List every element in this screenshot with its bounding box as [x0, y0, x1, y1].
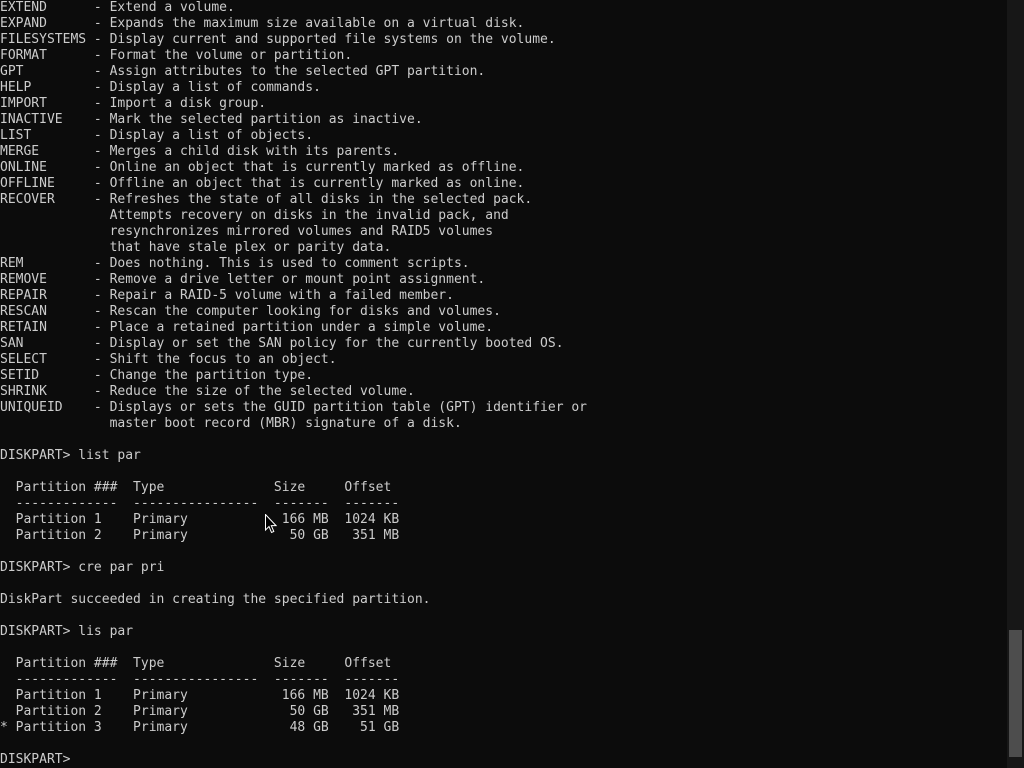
console-line: LIST - Display a list of objects.	[0, 128, 314, 143]
console-line: Partition 1 Primary 166 MB 1024 KB	[0, 688, 400, 703]
console-line: SELECT - Shift the focus to an object.	[0, 352, 337, 367]
console-window[interactable]: EXTEND - Extend a volume. EXPAND - Expand…	[0, 0, 1007, 768]
console-line: Partition ### Type Size Offset	[0, 656, 392, 671]
mouse-pointer-icon	[265, 513, 278, 534]
console-line: INACTIVE - Mark the selected partition a…	[0, 112, 423, 127]
console-line: ------------- ---------------- ------- -…	[0, 496, 400, 511]
console-line: SETID - Change the partition type.	[0, 368, 314, 383]
console-line: ONLINE - Online an object that is curren…	[0, 160, 525, 175]
scrollbar-thumb[interactable]	[1009, 630, 1022, 757]
console-line: SHRINK - Reduce the size of the selected…	[0, 384, 415, 399]
console-line: EXTEND - Extend a volume.	[0, 0, 235, 15]
console-line: that have stale plex or parity data.	[0, 240, 392, 255]
console-line: GPT - Assign attributes to the selected …	[0, 64, 486, 79]
console-line: resynchronizes mirrored volumes and RAID…	[0, 224, 494, 239]
console-line: OFFLINE - Offline an object that is curr…	[0, 176, 525, 191]
console-line: IMPORT - Import a disk group.	[0, 96, 267, 111]
console-line: UNIQUEID - Displays or sets the GUID par…	[0, 400, 587, 415]
console-line: SAN - Display or set the SAN policy for …	[0, 336, 564, 351]
console-line: Partition 2 Primary 50 GB 351 MB	[0, 704, 400, 719]
console-line: REMOVE - Remove a drive letter or mount …	[0, 272, 486, 287]
console-line: HELP - Display a list of commands.	[0, 80, 321, 95]
console-line: REPAIR - Repair a RAID-5 volume with a f…	[0, 288, 454, 303]
console-line: Partition ### Type Size Offset	[0, 480, 392, 495]
console-line: EXPAND - Expands the maximum size availa…	[0, 16, 525, 31]
console-line: ------------- ---------------- ------- -…	[0, 672, 400, 687]
console-output: EXTEND - Extend a volume. EXPAND - Expand…	[0, 0, 587, 768]
console-line: DISKPART> lis par	[0, 624, 134, 639]
console-line: RESCAN - Rescan the computer looking for…	[0, 304, 501, 319]
console-line: Partition 2 Primary 50 GB 351 MB	[0, 528, 400, 543]
console-line: DISKPART>	[0, 752, 79, 767]
console-line: DISKPART> list par	[0, 448, 141, 463]
console-line: * Partition 3 Primary 48 GB 51 GB	[0, 720, 400, 735]
console-line: master boot record (MBR) signature of a …	[0, 416, 462, 431]
console-line: MERGE - Merges a child disk with its par…	[0, 144, 400, 159]
vertical-scrollbar[interactable]	[1007, 0, 1024, 768]
console-line: FILESYSTEMS - Display current and suppor…	[0, 32, 556, 47]
console-line: DiskPart succeeded in creating the speci…	[0, 592, 431, 607]
console-line: Attempts recovery on disks in the invali…	[0, 208, 509, 223]
console-line: FORMAT - Format the volume or partition.	[0, 48, 353, 63]
console-line: REM - Does nothing. This is used to comm…	[0, 256, 470, 271]
console-line: RETAIN - Place a retained partition unde…	[0, 320, 494, 335]
console-line: DISKPART> cre par pri	[0, 560, 165, 575]
console-line: Partition 1 Primary 166 MB 1024 KB	[0, 512, 400, 527]
console-line: RECOVER - Refreshes the state of all dis…	[0, 192, 533, 207]
